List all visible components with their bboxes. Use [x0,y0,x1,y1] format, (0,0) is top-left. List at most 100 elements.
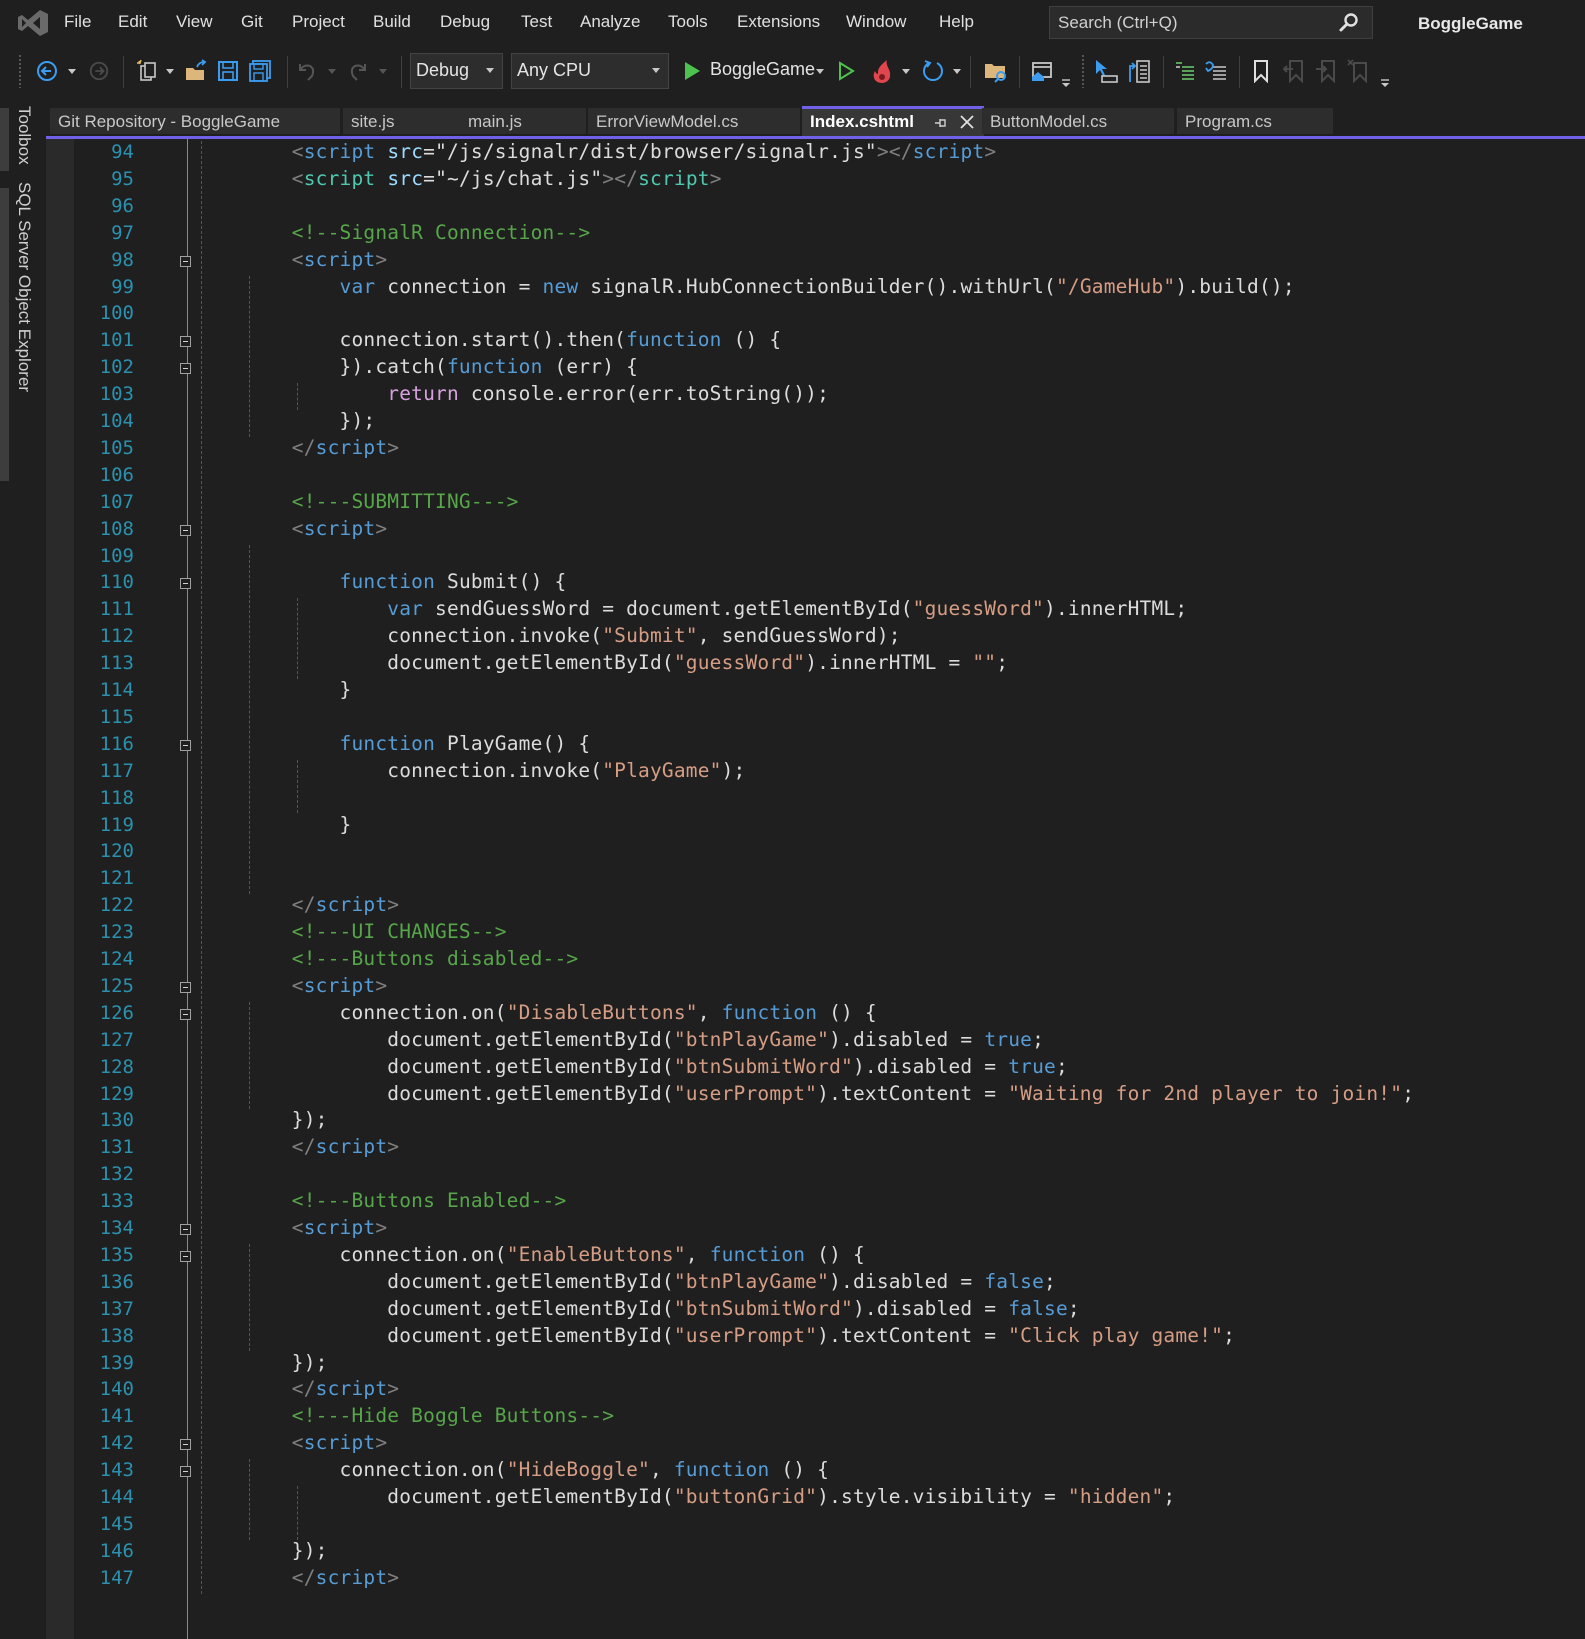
pin-icon[interactable] [934,117,948,129]
start-target-label[interactable]: BoggleGame [710,59,815,80]
code-line[interactable]: 103 return console.error(err.toString())… [46,381,1546,408]
code-line[interactable]: 133 <!---Buttons Enabled--> [46,1188,1546,1215]
code-editor[interactable]: 94 <script src="/js/signalr/dist/browser… [46,139,1585,1639]
collapse-icon[interactable] [180,578,191,590]
code-line[interactable]: 119 } [46,812,1546,839]
collapse-icon[interactable] [180,1439,191,1451]
close-icon[interactable] [959,114,975,130]
code-line[interactable]: 107 <!---SUBMITTING---> [46,489,1546,516]
code-line[interactable]: 118 [46,785,1546,812]
tab-git-repository[interactable]: Git Repository - BoggleGame [50,108,340,134]
code-line[interactable]: 105 </script> [46,435,1546,462]
new-project-button[interactable] [133,56,161,86]
previous-bookmark-button[interactable] [1281,56,1307,86]
code-line[interactable]: 102 }).catch(function (err) { [46,354,1546,381]
collapse-icon[interactable] [180,255,191,267]
menu-edit[interactable]: Edit [118,12,147,32]
code-line[interactable]: 134 <script> [46,1215,1546,1242]
collapse-icon[interactable] [180,1250,191,1262]
restart-dropdown[interactable] [951,56,963,86]
restart-button[interactable] [919,56,947,86]
code-line[interactable]: 111 var sendGuessWord = document.getElem… [46,596,1546,623]
code-line[interactable]: 124 <!---Buttons disabled--> [46,946,1546,973]
outdent-button[interactable] [1203,56,1229,86]
menu-window[interactable]: Window [846,12,906,32]
code-line[interactable]: 146 }); [46,1538,1546,1565]
back-dropdown[interactable] [66,56,78,86]
code-line[interactable]: 143 connection.on("HideBoggle", function… [46,1457,1546,1484]
redo-dropdown[interactable] [377,56,389,86]
code-line[interactable]: 101 connection.start().then(function () … [46,327,1546,354]
save-button[interactable] [214,56,242,86]
clear-bookmarks-button[interactable] [1345,56,1371,86]
code-line[interactable]: 135 connection.on("EnableButtons", funct… [46,1242,1546,1269]
code-line[interactable]: 130 }); [46,1107,1546,1134]
start-without-debugging-button[interactable] [834,56,858,86]
menu-debug[interactable]: Debug [440,12,490,32]
hot-reload-dropdown[interactable] [900,56,912,86]
code-line[interactable]: 112 connection.invoke("Submit", sendGues… [46,623,1546,650]
open-button[interactable] [182,56,210,86]
undo-button[interactable] [294,56,320,86]
collapse-icon[interactable] [180,981,191,993]
code-line[interactable]: 141 <!---Hide Boggle Buttons--> [46,1403,1546,1430]
code-line[interactable]: 136 document.getElementById("btnPlayGame… [46,1269,1546,1296]
toolbar-options-button[interactable] [1379,68,1391,98]
select-element-button[interactable] [1092,56,1120,86]
code-line[interactable]: 100 [46,300,1546,327]
code-line[interactable]: 113 document.getElementById("guessWord")… [46,650,1546,677]
forward-button[interactable] [86,56,112,86]
code-line[interactable]: 138 document.getElementById("userPrompt"… [46,1323,1546,1350]
code-line[interactable]: 132 [46,1161,1546,1188]
code-line[interactable]: 110 function Submit() { [46,569,1546,596]
tab-site-js[interactable]: site.js [343,108,460,134]
toolbar-grip[interactable] [18,54,22,88]
code-line[interactable]: 99 var connection = new signalR.HubConne… [46,274,1546,301]
code-line[interactable]: 126 connection.on("DisableButtons", func… [46,1000,1546,1027]
collapse-icon[interactable] [180,1224,191,1235]
indent-button[interactable] [1172,56,1198,86]
code-line[interactable]: 127 document.getElementById("btnPlayGame… [46,1027,1546,1054]
menu-build[interactable]: Build [373,12,411,32]
code-line[interactable]: 121 [46,865,1546,892]
code-line[interactable]: 139 }); [46,1350,1546,1377]
toggle-bookmark-button[interactable] [1248,56,1274,86]
code-line[interactable]: 108 <script> [46,516,1546,543]
code-line[interactable]: 116 function PlayGame() { [46,731,1546,758]
code-line[interactable]: 142 <script> [46,1430,1546,1457]
tab-index-cshtml[interactable]: Index.cshtml [802,106,984,136]
start-debugging-button[interactable] [680,56,704,86]
code-line[interactable]: 120 [46,838,1546,865]
code-line[interactable]: 94 <script src="/js/signalr/dist/browser… [46,139,1546,166]
menu-tools[interactable]: Tools [668,12,708,32]
solution-explorer-button[interactable] [982,56,1010,86]
code-line[interactable]: 95 <script src="~/js/chat.js"></script> [46,166,1546,193]
browser-link-button[interactable] [1028,56,1056,86]
start-target-dropdown[interactable] [814,56,826,86]
collapse-icon[interactable] [180,336,191,348]
collapse-icon[interactable] [180,1466,191,1478]
back-button[interactable] [34,56,60,86]
tab-main-js[interactable]: main.js [460,108,586,134]
next-bookmark-button[interactable] [1313,56,1339,86]
code-line[interactable]: 122 </script> [46,892,1546,919]
code-line[interactable]: 115 [46,704,1546,731]
code-line[interactable]: 145 [46,1511,1546,1538]
code-line[interactable]: 106 [46,462,1546,489]
menu-extensions[interactable]: Extensions [737,12,820,32]
tab-buttonmodel-cs[interactable]: ButtonModel.cs [982,108,1174,134]
code-line[interactable]: 144 document.getElementById("buttonGrid"… [46,1484,1546,1511]
configuration-dropdown[interactable]: Debug [410,53,503,89]
menu-test[interactable]: Test [521,12,552,32]
collapse-icon[interactable] [180,363,191,375]
code-line[interactable]: 128 document.getElementById("btnSubmitWo… [46,1054,1546,1081]
code-line[interactable]: 104 }); [46,408,1546,435]
code-line[interactable]: 140 </script> [46,1376,1546,1403]
code-line[interactable]: 131 </script> [46,1134,1546,1161]
toolbox-tab[interactable]: Toolbox [14,106,34,165]
code-line[interactable]: 137 document.getElementById("btnSubmitWo… [46,1296,1546,1323]
undo-dropdown[interactable] [326,56,338,86]
code-line[interactable]: 98 <script> [46,247,1546,274]
code-line[interactable]: 123 <!---UI CHANGES--> [46,919,1546,946]
menu-analyze[interactable]: Analyze [580,12,640,32]
